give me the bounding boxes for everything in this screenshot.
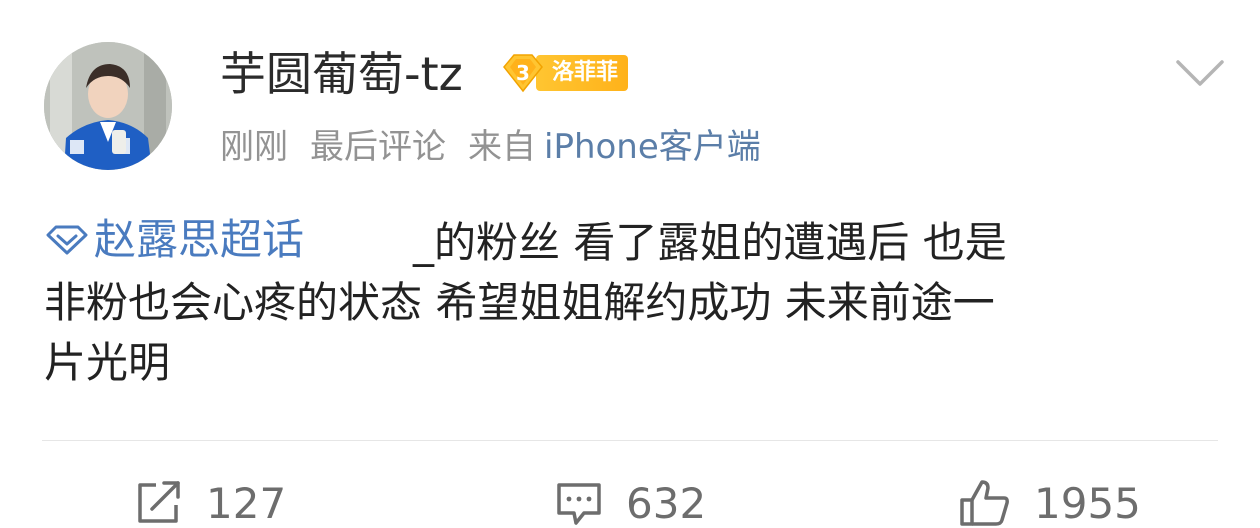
supertopic-link[interactable]: 赵露思超话 <box>44 210 304 270</box>
avatar[interactable] <box>44 42 172 170</box>
level-badge[interactable]: 3 洛菲菲 <box>500 53 629 93</box>
post-status: 最后评论 <box>310 127 446 167</box>
supertopic-label: 赵露思超话 <box>94 215 305 264</box>
content-line-1: ̲的粉丝 看了露姐的遭遇后 也是 <box>434 218 1007 267</box>
comment-button[interactable]: 632 <box>554 478 706 528</box>
content-line-2: 非粉也会心疼的状态 希望姐姐解约成功 未来前途一 <box>44 278 995 327</box>
comment-count: 632 <box>626 478 707 528</box>
source-prefix: 来自 <box>468 127 536 167</box>
post-time: 刚刚 <box>220 127 288 167</box>
post-content: 赵露思超话 ̲的粉丝 看了露姐的遭遇后 也是 非粉也会心疼的状态 希望姐姐解约成… <box>44 210 1224 393</box>
repost-button[interactable]: 127 <box>134 478 286 528</box>
like-button[interactable]: 1955 <box>958 478 1141 528</box>
avatar-icon <box>44 42 172 170</box>
level-badge-icon: 3 <box>500 53 546 93</box>
source-app-link[interactable]: iPhone客户端 <box>544 127 761 167</box>
username[interactable]: 芋圆葡萄-tz <box>220 44 463 104</box>
chevron-down-icon[interactable] <box>1172 52 1228 92</box>
content-line-3: 片光明 <box>44 338 171 387</box>
badge-label: 洛菲菲 <box>536 55 629 91</box>
post-meta: 刚刚 最后评论 来自 iPhone客户端 <box>220 122 761 172</box>
level-number: 3 <box>516 61 530 85</box>
like-count: 1955 <box>1034 478 1141 528</box>
supertopic-diamond-icon <box>46 225 88 255</box>
repost-icon <box>138 481 180 523</box>
repost-count: 127 <box>206 478 287 528</box>
thumbs-up-icon <box>960 480 1009 526</box>
divider <box>42 440 1218 441</box>
comment-icon <box>557 483 601 525</box>
